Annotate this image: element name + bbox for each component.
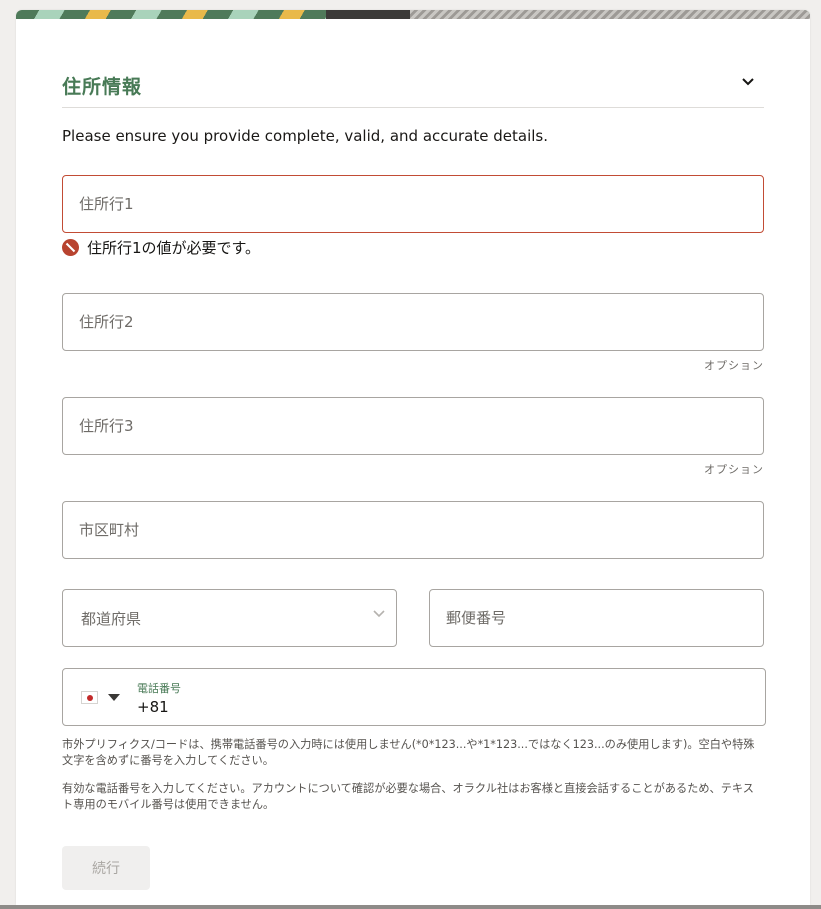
address-form-card: 住所情報 Please ensure you provide complete,… [16, 10, 810, 905]
address-line2-optional-label: オプション [704, 359, 764, 372]
japan-flag-icon[interactable] [81, 691, 98, 704]
decorative-banner-dark [326, 10, 416, 19]
address-line3-field[interactable] [62, 397, 764, 455]
country-dropdown-caret-icon[interactable] [108, 694, 120, 701]
chevron-down-icon [373, 610, 385, 618]
phone-input[interactable] [121, 695, 721, 719]
error-icon [62, 239, 79, 256]
address-line1-input[interactable] [63, 176, 763, 232]
error-text: 住所行1の値が必要です。 [87, 239, 261, 257]
postal-code-input[interactable] [430, 590, 763, 646]
address-line2-field[interactable] [62, 293, 764, 351]
prefecture-placeholder: 都道府県 [81, 610, 142, 628]
phone-label: 電話番号 [137, 682, 181, 695]
prefecture-select[interactable]: 都道府県 [62, 589, 397, 647]
section-header: 住所情報 [62, 68, 764, 108]
phone-prefix-help: 市外プリフィクス/コードは、携帯電話番号の入力時には使用しません(*0*123.… [62, 738, 755, 767]
postal-code-field[interactable] [429, 589, 764, 647]
decorative-banner-texture [410, 10, 810, 19]
city-input[interactable] [63, 502, 763, 558]
city-field[interactable] [62, 501, 764, 559]
intro-text: Please ensure you provide complete, vali… [62, 127, 548, 145]
address-line3-input[interactable] [63, 398, 763, 454]
window-bottom-edge [0, 905, 821, 909]
phone-valid-help: 有効な電話番号を入力してください。アカウントについて確認が必要な場合、オラクル社… [62, 782, 754, 811]
address-line2-input[interactable] [63, 294, 763, 350]
address-line1-error: 住所行1の値が必要です。 [62, 237, 260, 258]
chevron-down-icon [742, 78, 754, 86]
phone-field[interactable]: 電話番号 [62, 668, 766, 726]
address-line3-optional-label: オプション [704, 463, 764, 476]
address-line1-field[interactable] [62, 175, 764, 233]
collapse-button[interactable] [736, 70, 760, 94]
continue-button[interactable]: 続行 [62, 846, 150, 890]
section-title: 住所情報 [62, 76, 143, 98]
